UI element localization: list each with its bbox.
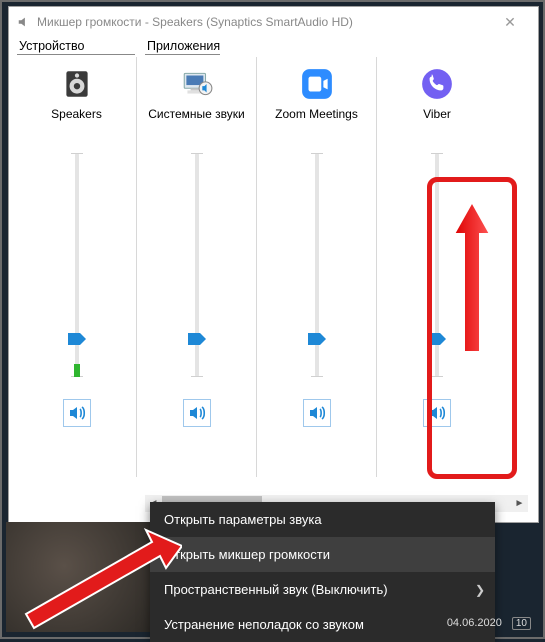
header-applications: Приложения [145, 39, 220, 55]
ctx-open-sound-settings[interactable]: Открыть параметры звука [150, 502, 495, 537]
device-volume-slider[interactable] [57, 145, 97, 385]
app-lane-viber: Viber [377, 57, 497, 477]
viber-icon[interactable] [420, 67, 454, 101]
tray-date: 04.06.2020 [447, 617, 502, 629]
header-device: Устройство [17, 39, 135, 55]
slider-thumb[interactable] [68, 333, 86, 345]
device-lane: Speakers [17, 57, 137, 477]
titlebar[interactable]: Микшер громкости - Speakers (Synaptics S… [9, 7, 538, 37]
app-name: Viber [423, 107, 451, 137]
screenshot-frame: Микшер громкости - Speakers (Synaptics S… [0, 0, 545, 639]
desktop-background-patch [6, 522, 151, 632]
app-lane-zoom: Zoom Meetings [257, 57, 377, 477]
volume-mixer-window: Микшер громкости - Speakers (Synaptics S… [8, 6, 539, 523]
device-name: Speakers [51, 107, 102, 137]
app-name: Системные звуки [148, 107, 244, 137]
window-title: Микшер громкости - Speakers (Synaptics S… [37, 15, 353, 29]
viber-volume-slider[interactable] [417, 145, 457, 385]
slider-thumb[interactable] [188, 333, 206, 345]
app-name: Zoom Meetings [275, 107, 358, 137]
mixer-lanes: Speakers [17, 57, 530, 477]
mixer-client-area: Устройство Приложения Speakers [17, 39, 530, 514]
scroll-right-button[interactable]: ► [511, 495, 528, 512]
slider-thumb[interactable] [308, 333, 326, 345]
app-mute-button[interactable] [183, 399, 211, 427]
device-mute-button[interactable] [63, 399, 91, 427]
speaker-device-icon[interactable] [60, 67, 94, 101]
taskbar-tray: 04.06.2020 10 [150, 615, 537, 631]
ctx-open-volume-mixer[interactable]: Открыть микшер громкости [150, 537, 495, 572]
app-mute-button[interactable] [303, 399, 331, 427]
ctx-spatial-sound[interactable]: Пространственный звук (Выключить)❯ [150, 572, 495, 607]
window-close-button[interactable]: ✕ [490, 14, 530, 31]
app-volume-slider[interactable] [297, 145, 337, 385]
chevron-right-icon: ❯ [475, 583, 485, 597]
app-mute-button[interactable] [423, 399, 451, 427]
system-sounds-icon[interactable] [180, 67, 214, 101]
slider-thumb[interactable] [428, 333, 446, 345]
notifications-icon[interactable]: 10 [512, 617, 531, 630]
speaker-icon [17, 15, 31, 29]
zoom-icon[interactable] [300, 67, 334, 101]
device-level-meter [74, 364, 80, 377]
app-volume-slider[interactable] [177, 145, 217, 385]
app-lane-system-sounds: Системные звуки [137, 57, 257, 477]
